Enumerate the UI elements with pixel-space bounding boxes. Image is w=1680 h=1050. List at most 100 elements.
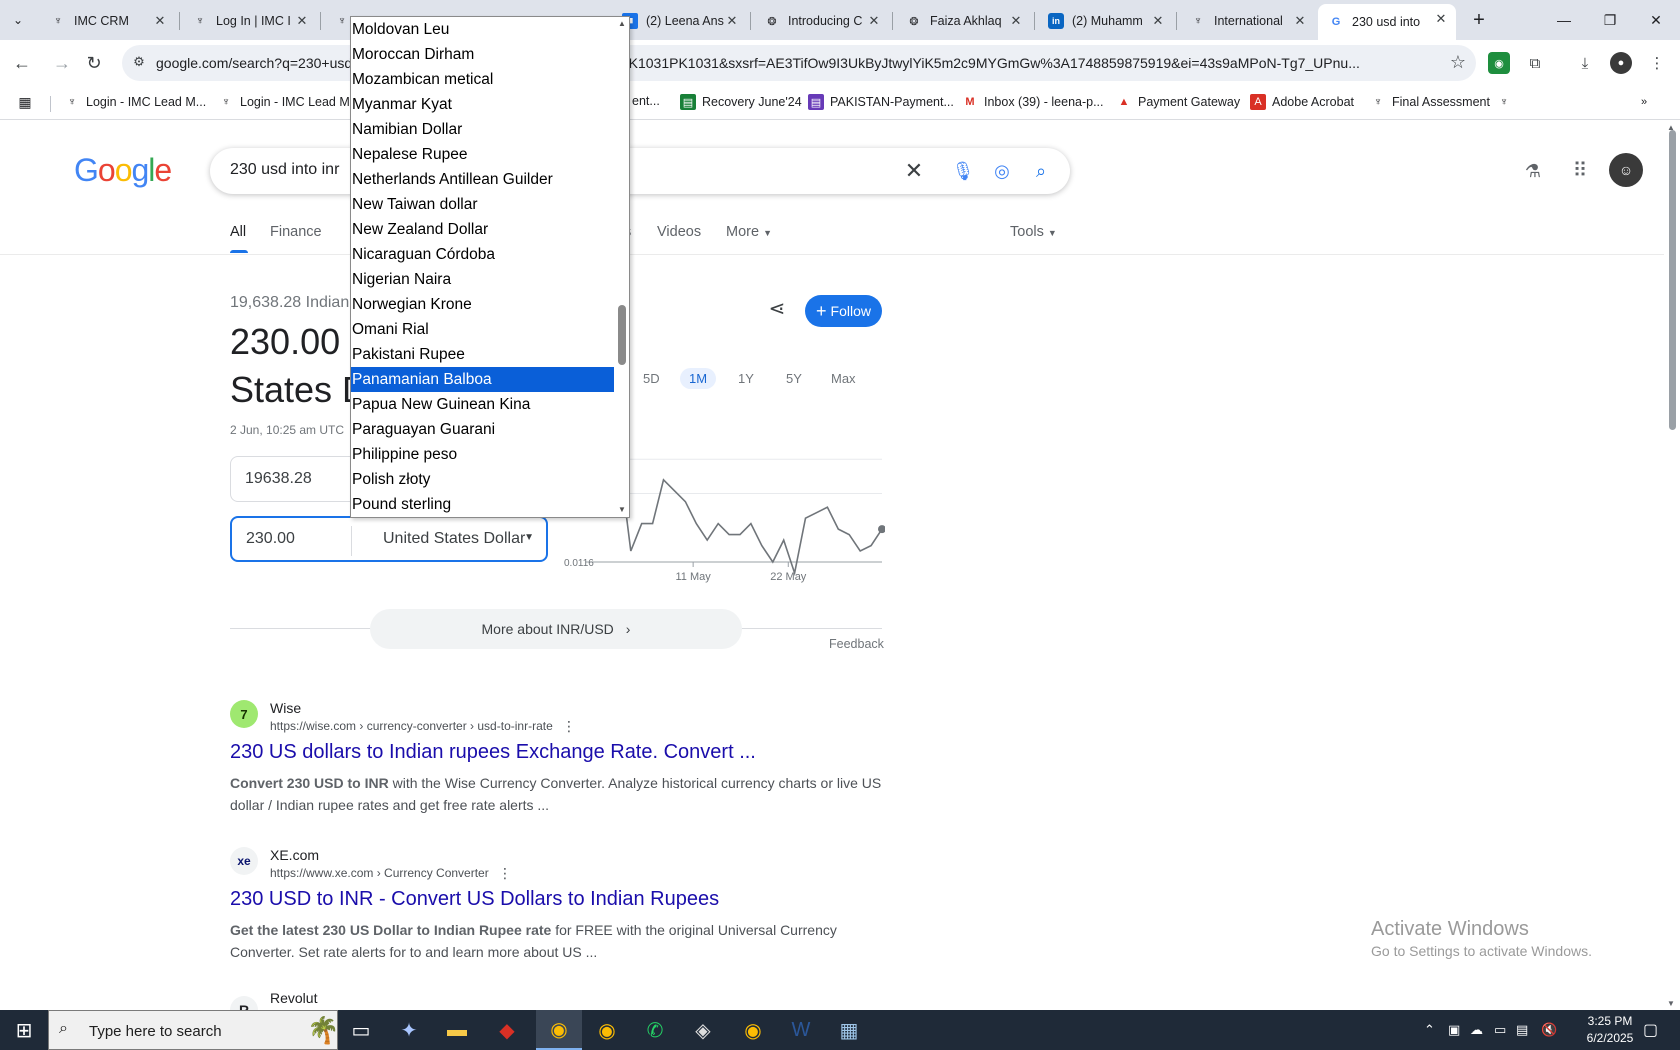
tab-videos[interactable]: Videos [657, 224, 701, 240]
scroll-down-arrow-icon[interactable]: ▼ [618, 505, 626, 514]
tab-search-chevron-icon[interactable]: ⌄ [6, 8, 30, 32]
range-5d[interactable]: 5D [634, 368, 669, 389]
result-site-name[interactable]: XE.com [270, 847, 319, 863]
tray-volume-muted-icon[interactable]: 🔇 [1541, 1022, 1557, 1038]
dropdown-option[interactable]: Moroccan Dirham [351, 42, 615, 67]
minimize-icon[interactable]: — [1541, 6, 1587, 34]
chart-last-point[interactable] [878, 525, 885, 534]
menu-kebab-icon[interactable]: ⋮ [1646, 52, 1668, 74]
back-arrow-icon[interactable]: ← [8, 49, 36, 77]
extension-green-icon[interactable]: ◉ [1488, 52, 1510, 74]
bookmarks-overflow-icon[interactable]: » [1636, 94, 1658, 110]
address-bar[interactable]: ⚙ google.com/search?q=230+usd 1C1YTUH_enP… [122, 45, 1476, 81]
range-1y[interactable]: 1Y [729, 368, 763, 389]
google-logo[interactable]: Google [74, 152, 172, 189]
chrome-icon[interactable]: ◉ [584, 1010, 630, 1050]
tab-faiza[interactable]: ❂ Faiza Akhlaq ✕ [896, 6, 1031, 36]
dropdown-option[interactable]: Nepalese Rupee [351, 142, 615, 167]
microphone-icon[interactable]: 🎙 [951, 159, 975, 183]
dropdown-option[interactable]: Nicaraguan Córdoba [351, 242, 615, 267]
dropdown-option[interactable]: Mozambican metical [351, 67, 615, 92]
dropdown-option[interactable]: Pound sterling [351, 492, 615, 517]
tools-button[interactable]: Tools ▼ [1010, 224, 1057, 240]
xe-icon[interactable]: xe [230, 847, 258, 875]
dropdown-option[interactable]: New Taiwan dollar [351, 192, 615, 217]
restore-icon[interactable]: ❐ [1587, 6, 1633, 34]
bookmark-item[interactable]: ent... [632, 94, 660, 108]
tab-close-icon[interactable]: ✕ [867, 14, 881, 28]
result-title-link[interactable]: 230 US dollars to Indian rupees Exchange… [230, 741, 756, 764]
tab-google-search[interactable]: G 230 usd into ✕ [1318, 4, 1456, 40]
download-icon[interactable]: ⤓ [1574, 52, 1596, 74]
app-icon[interactable]: ◈ [680, 1010, 726, 1050]
dropdown-option[interactable]: Pakistani Rupee [351, 342, 615, 367]
tray-chevron-icon[interactable]: ⌃ [1424, 1022, 1435, 1038]
dropdown-option[interactable]: Papua New Guinean Kina [351, 392, 615, 417]
dropdown-option[interactable]: New Zealand Dollar [351, 217, 615, 242]
bookmark-item[interactable]: ▲ Payment Gateway [1116, 94, 1241, 110]
dropdown-option[interactable]: Moldovan Leu [351, 17, 615, 42]
profile-avatar-icon[interactable]: ● [1610, 52, 1632, 74]
dropdown-option[interactable]: Paraguayan Guarani [351, 417, 615, 442]
tab-imc-crm[interactable]: ♆ IMC CRM ✕ [40, 6, 175, 36]
chart-series-line[interactable] [597, 424, 883, 577]
bottom-amount-value[interactable]: 230.00 [246, 530, 295, 548]
result-site-name[interactable]: Revolut [270, 990, 317, 1006]
tab-imc-login[interactable]: ♆ Log In | IMC I ✕ [182, 6, 317, 36]
tab-international[interactable]: ♆ International ✕ [1180, 6, 1315, 36]
search-box[interactable]: 230 usd into inr ✕ 🎙 ◎ ⌕ [210, 148, 1070, 194]
dropdown-option[interactable]: Polish złoty [351, 467, 615, 492]
tab-close-icon[interactable]: ✕ [1293, 14, 1307, 28]
word-icon[interactable]: W [778, 1010, 824, 1050]
result-url[interactable]: https://www.xe.com › Currency Converter [270, 866, 489, 880]
follow-button[interactable]: + Follow [805, 295, 882, 327]
imc-icon[interactable]: ♆ [1496, 94, 1518, 110]
dropdown-option[interactable]: Panamanian Balboa [351, 367, 615, 392]
new-tab-plus-icon[interactable]: + [1466, 8, 1492, 34]
whatsapp-icon[interactable]: ✆ [632, 1010, 678, 1050]
tab-close-icon[interactable]: ✕ [295, 14, 309, 28]
tab-all[interactable]: All [230, 224, 246, 240]
feedback-link[interactable]: Feedback [829, 637, 884, 651]
bookmark-item[interactable]: M Inbox (39) - leena-p... [962, 94, 1103, 110]
range-max[interactable]: Max [822, 368, 865, 389]
file-explorer-icon[interactable]: ▬ [434, 1010, 480, 1050]
dropdown-option[interactable]: Netherlands Antillean Guilder [351, 167, 615, 192]
labs-flask-icon[interactable]: ⚗ [1519, 157, 1547, 185]
tab-close-icon[interactable]: ✕ [1009, 14, 1023, 28]
windows-start-icon[interactable]: ⊞ [0, 1010, 48, 1050]
google-apps-grid-icon[interactable]: ⠿ [1566, 157, 1594, 185]
account-avatar[interactable]: ☺ [1609, 153, 1643, 187]
range-5y[interactable]: 5Y [777, 368, 811, 389]
dropdown-option[interactable]: Namibian Dollar [351, 117, 615, 142]
top-amount-value[interactable]: 19638.28 [245, 470, 312, 488]
tab-close-icon[interactable]: ✕ [1434, 12, 1448, 26]
tray-display-icon[interactable]: ▭ [1494, 1022, 1506, 1038]
tab-close-icon[interactable]: ✕ [725, 14, 739, 28]
tab-leena[interactable]: ■ (2) Leena Ans ✕ [612, 6, 747, 36]
currency-select[interactable]: United States Dollar [383, 530, 525, 548]
tab-close-icon[interactable]: ✕ [153, 14, 167, 28]
result-more-options-icon[interactable]: ⋮ [562, 718, 576, 735]
dropdown-option[interactable]: Norwegian Krone [351, 292, 615, 317]
tab-more[interactable]: More ▼ [726, 224, 772, 240]
tab-linkedin[interactable]: in (2) Muhamm ✕ [1038, 6, 1173, 36]
result-more-options-icon[interactable]: ⋮ [498, 865, 512, 882]
taskbar-clock[interactable]: 3:25 PM 6/2/2025 [1580, 1013, 1640, 1047]
dropdown-option[interactable]: Myanmar Kyat [351, 92, 615, 117]
dropdown-option[interactable]: Philippine peso [351, 442, 615, 467]
calculator-icon[interactable]: ▦ [826, 1010, 872, 1050]
dropdown-option[interactable]: Nigerian Naira [351, 267, 615, 292]
bookmark-item[interactable]: ♆ Login - IMC Lead M... [218, 94, 360, 110]
page-scrollbar[interactable]: ▲ ▼ [1664, 121, 1680, 1010]
bookmark-item[interactable]: ▤ PAKISTAN-Payment... [808, 94, 954, 110]
more-about-button[interactable]: More about INR/USD › [370, 609, 742, 649]
dropdown-option[interactable]: Omani Rial [351, 317, 615, 342]
bookmark-item[interactable]: A Adobe Acrobat [1250, 94, 1354, 110]
scroll-down-arrow-icon[interactable]: ▼ [1667, 999, 1675, 1008]
caret-down-icon[interactable]: ▼ [524, 532, 534, 543]
bookmark-star-icon[interactable]: ☆ [1450, 52, 1466, 73]
clear-x-icon[interactable]: ✕ [902, 159, 926, 183]
copilot-icon[interactable]: ✦ [386, 1010, 432, 1050]
apps-grid-icon[interactable]: ▦ [17, 94, 39, 110]
